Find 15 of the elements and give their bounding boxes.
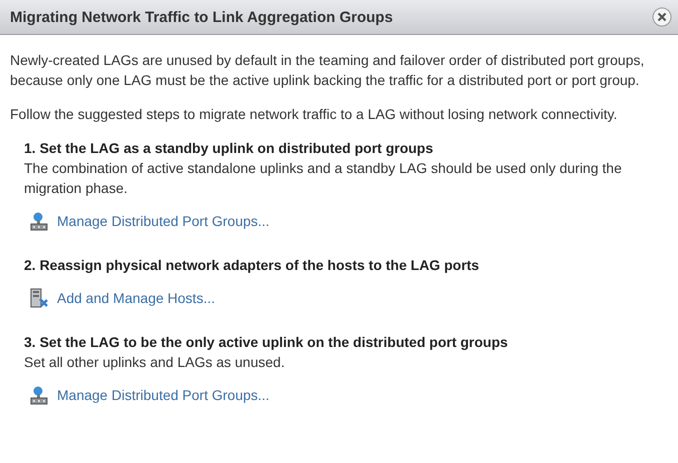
server-icon — [29, 288, 49, 308]
paragraph: Newly-created LAGs are unused by default in the teaming and failover order of distributed port groups, because only one LAG must be the active uplink backing the traffic for a distributed port or port group. — [10, 51, 646, 90]
action-link[interactable]: Add and Manage Hosts... — [57, 290, 215, 306]
network-icon — [29, 385, 49, 405]
step-heading: 1. Set the LAG as a standby uplink on distributed port groups — [24, 139, 434, 158]
step-heading: 2. Reassign physical network adapters of the hosts to the LAG ports — [24, 256, 480, 275]
action-link[interactable]: Manage Distributed Port Groups... — [57, 387, 270, 403]
paragraph: Follow the suggested steps to migrate network traffic to a LAG without losing network connectivity. — [10, 105, 618, 124]
step-description: Set all other uplinks and LAGs as unused. — [24, 353, 286, 372]
network-icon — [29, 211, 49, 231]
step-heading: 3. Set the LAG to be the only active uplink on the distributed port groups — [24, 333, 509, 352]
window-title: Migrating Network Traffic to Link Aggregation Groups — [10, 8, 393, 26]
action-link[interactable]: Manage Distributed Port Groups... — [57, 213, 270, 229]
close-icon[interactable] — [652, 7, 672, 27]
step-description: The combination of active standalone uplinks and a standby LAG should be used only during the migration phase. — [24, 159, 623, 198]
